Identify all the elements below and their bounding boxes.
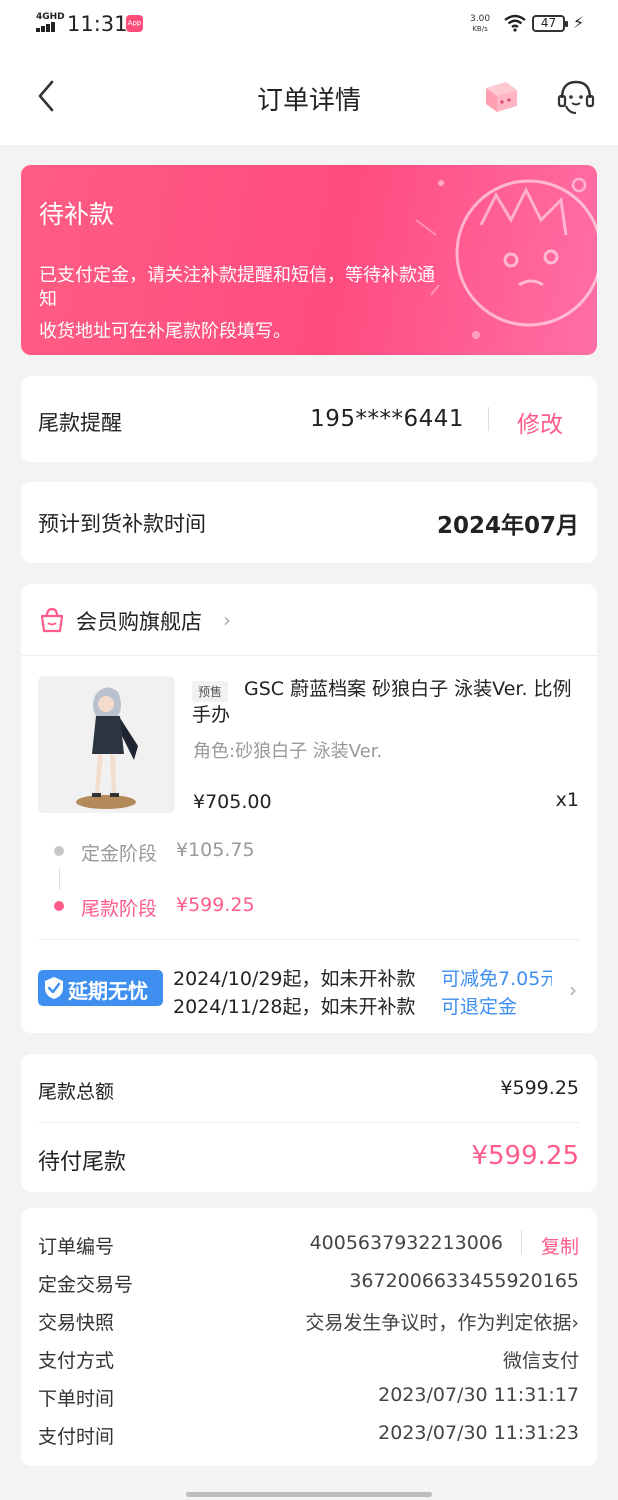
payment-method-value: 微信支付: [502, 1350, 579, 1372]
app-notification-icon: App: [126, 15, 143, 32]
payment-method-label: 支付方式: [38, 1350, 115, 1372]
stage-balance-amount: ¥599.25: [176, 894, 255, 916]
network-type: 4GHD: [36, 12, 65, 22]
order-status-title: 待补款: [39, 200, 115, 229]
status-bar: 4GHD 11:31 App 3.00 KB/s 47 ⚡: [0, 0, 618, 50]
status-description-line2: 知: [39, 289, 57, 310]
order-number-value: 4005637932213006: [309, 1232, 503, 1254]
order-time-value: 2023/07/30 11:31:17: [378, 1384, 579, 1406]
stage-deposit-label: 定金阶段: [81, 843, 158, 865]
divider: [488, 407, 489, 431]
extension-policy-line1: 2024/10/29起，如未开补款: [173, 968, 416, 990]
chevron-right-icon: ›: [223, 608, 231, 632]
balance-total-value: ¥599.25: [500, 1077, 579, 1099]
product-quantity: x1: [555, 789, 579, 811]
reminder-phone-number: 195****6441: [310, 406, 464, 432]
stage-deposit-amount: ¥105.75: [176, 839, 255, 861]
delay-protection-badge: 延期无忧: [38, 970, 163, 1006]
clock: 11:31: [67, 12, 128, 36]
deposit-transaction-label: 定金交易号: [38, 1274, 134, 1296]
payment-time-label: 支付时间: [38, 1426, 115, 1448]
product-card: 会员购旗舰店 › GSC 蔚蓝档案 砂狼白子 泳装Ver. 比例手办 预售 角色…: [21, 584, 597, 1033]
order-status-banner: 待补款 已支付定金，请关注补款提醒和短信，等待补款通 知 收货地址可在补尾款阶段…: [21, 165, 597, 355]
gift-box-icon[interactable]: [482, 78, 520, 114]
extension-policy-link1[interactable]: 可减免7.05元: [441, 964, 552, 991]
charging-icon: ⚡: [573, 13, 585, 32]
modify-phone-button[interactable]: 修改: [517, 405, 563, 439]
arrival-time-value: 2024年07月: [436, 513, 579, 539]
balance-due-value: ¥599.25: [471, 1141, 579, 1171]
status-description-line3: 收货地址可在补尾款阶段填写。: [39, 321, 291, 342]
status-description-line1: 已支付定金，请关注补款提醒和短信，等待补款通: [39, 265, 435, 286]
stage-connector: [59, 868, 60, 890]
order-time-label: 下单时间: [38, 1388, 115, 1410]
divider: [21, 655, 597, 656]
product-sku: 角色:砂狼白子 泳装Ver.: [193, 741, 383, 762]
balance-reminder-card: 尾款提醒 195****6441 修改: [21, 376, 597, 462]
balance-reminder-label: 尾款提醒: [38, 411, 122, 435]
balance-summary-card: 尾款总额 ¥599.25 待付尾款 ¥599.25: [21, 1054, 597, 1192]
copy-order-number-button[interactable]: 复制: [541, 1232, 579, 1259]
delay-protection-badge-label: 延期无忧: [68, 979, 148, 1003]
extension-policy-link2[interactable]: 可退定金: [441, 992, 552, 1019]
divider: [38, 939, 580, 940]
snapshot-link[interactable]: 交易发生争议时，作为判定依据›: [305, 1308, 579, 1335]
deposit-transaction-value: 3672006633455920165: [349, 1270, 579, 1292]
store-name: 会员购旗舰店: [76, 610, 202, 634]
stage-balance-label: 尾款阶段: [81, 898, 158, 920]
order-info-card: 订单编号 4005637932213006 复制 定金交易号 367200663…: [21, 1208, 597, 1466]
extension-policy-line2: 2024/11/28起，如未开补款: [173, 996, 416, 1018]
divider: [38, 1122, 580, 1123]
battery-icon: 47: [532, 15, 568, 32]
product-image[interactable]: [38, 676, 175, 813]
shield-check-icon: [45, 977, 63, 999]
signal-icon: [36, 22, 62, 32]
product-name[interactable]: GSC 蔚蓝档案 砂狼白子 泳装Ver. 比例手办: [192, 676, 584, 728]
arrival-time-label: 预计到货补款时间: [38, 512, 206, 536]
figure-illustration: [76, 687, 138, 809]
balance-due-label: 待付尾款: [38, 1150, 127, 1175]
stage-dot-balance: [54, 901, 64, 911]
nav-bar: 订单详情: [0, 50, 618, 145]
snapshot-label: 交易快照: [38, 1312, 115, 1334]
payment-time-value: 2023/07/30 11:31:23: [378, 1422, 579, 1444]
network-speed: 3.00 KB/s: [470, 14, 491, 33]
arrival-time-card: 预计到货补款时间 2024年07月: [21, 482, 597, 563]
product-price: ¥705.00: [193, 791, 272, 813]
presale-tag: 预售: [192, 681, 229, 702]
page-title: 订单详情: [256, 86, 361, 116]
stage-dot-deposit: [54, 846, 64, 856]
customer-service-icon[interactable]: [555, 76, 597, 118]
home-indicator[interactable]: [186, 1492, 432, 1497]
order-number-label: 订单编号: [38, 1236, 115, 1258]
shopping-bag-icon: [40, 607, 64, 633]
divider: [521, 1230, 522, 1254]
wifi-icon: [504, 14, 526, 32]
balance-total-label: 尾款总额: [38, 1081, 115, 1103]
chevron-right-icon: ›: [569, 978, 577, 1002]
